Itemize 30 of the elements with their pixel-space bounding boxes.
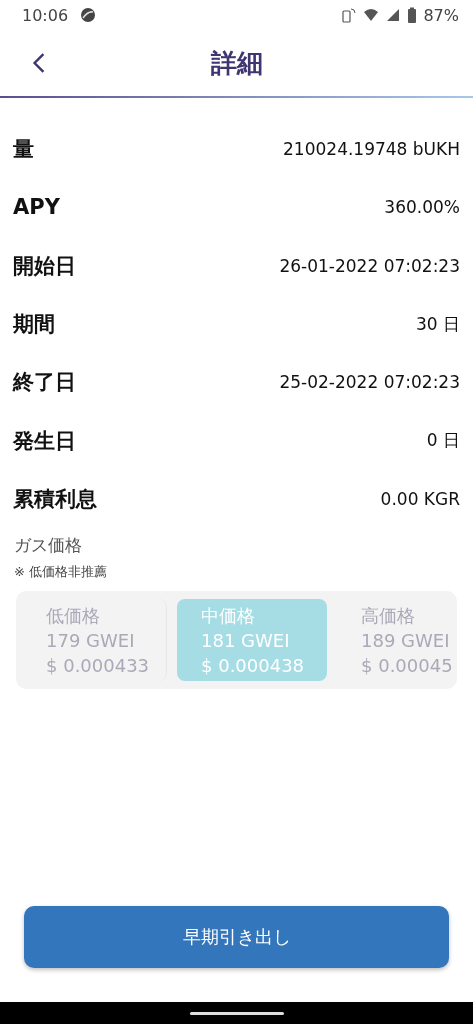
detail-value: 25-02-2022 07:02:23: [279, 372, 460, 393]
detail-value: 360.00%: [384, 197, 460, 218]
nfc-phone-icon: [341, 7, 358, 23]
detail-label: APY: [13, 195, 60, 220]
battery-percent: 87%: [423, 5, 459, 25]
app-logo-icon: [80, 7, 97, 23]
status-time: 10:06: [22, 5, 69, 25]
early-withdraw-button[interactable]: 早期引き出し: [24, 906, 449, 968]
gas-option[interactable]: 中価格 181 GWEI $ 0.000438: [177, 599, 327, 682]
gas-price-note: ※ 低価格非推薦: [13, 563, 109, 582]
home-indicator[interactable]: [189, 1011, 284, 1015]
page-title: 詳細: [210, 46, 263, 80]
detail-label: 量: [13, 136, 34, 164]
gas-price-title: ガス価格: [13, 534, 83, 558]
detail-value: 26-01-2022 07:02:23: [279, 255, 460, 276]
gas-option[interactable]: 高価格 189 GWEI $ 0.00045: [337, 599, 457, 682]
detail-value: 30 日: [415, 312, 460, 336]
detail-label: 累積利息: [13, 485, 97, 513]
back-icon[interactable]: [32, 52, 46, 74]
detail-value: 210024.19748 bUKH: [283, 139, 460, 160]
gas-option[interactable]: 低価格 179 GWEI $ 0.000433: [22, 599, 167, 682]
wifi-icon: [363, 7, 380, 23]
detail-label: 期間: [13, 311, 55, 339]
detail-value: 0 日: [426, 429, 460, 453]
battery-icon: [407, 7, 418, 23]
detail-label: 発生日: [13, 427, 76, 455]
detail-label: 開始日: [13, 252, 76, 280]
detail-label: 終了日: [13, 369, 76, 397]
signal-icon: [385, 7, 402, 23]
detail-value: 0.00 KGR: [380, 488, 460, 509]
